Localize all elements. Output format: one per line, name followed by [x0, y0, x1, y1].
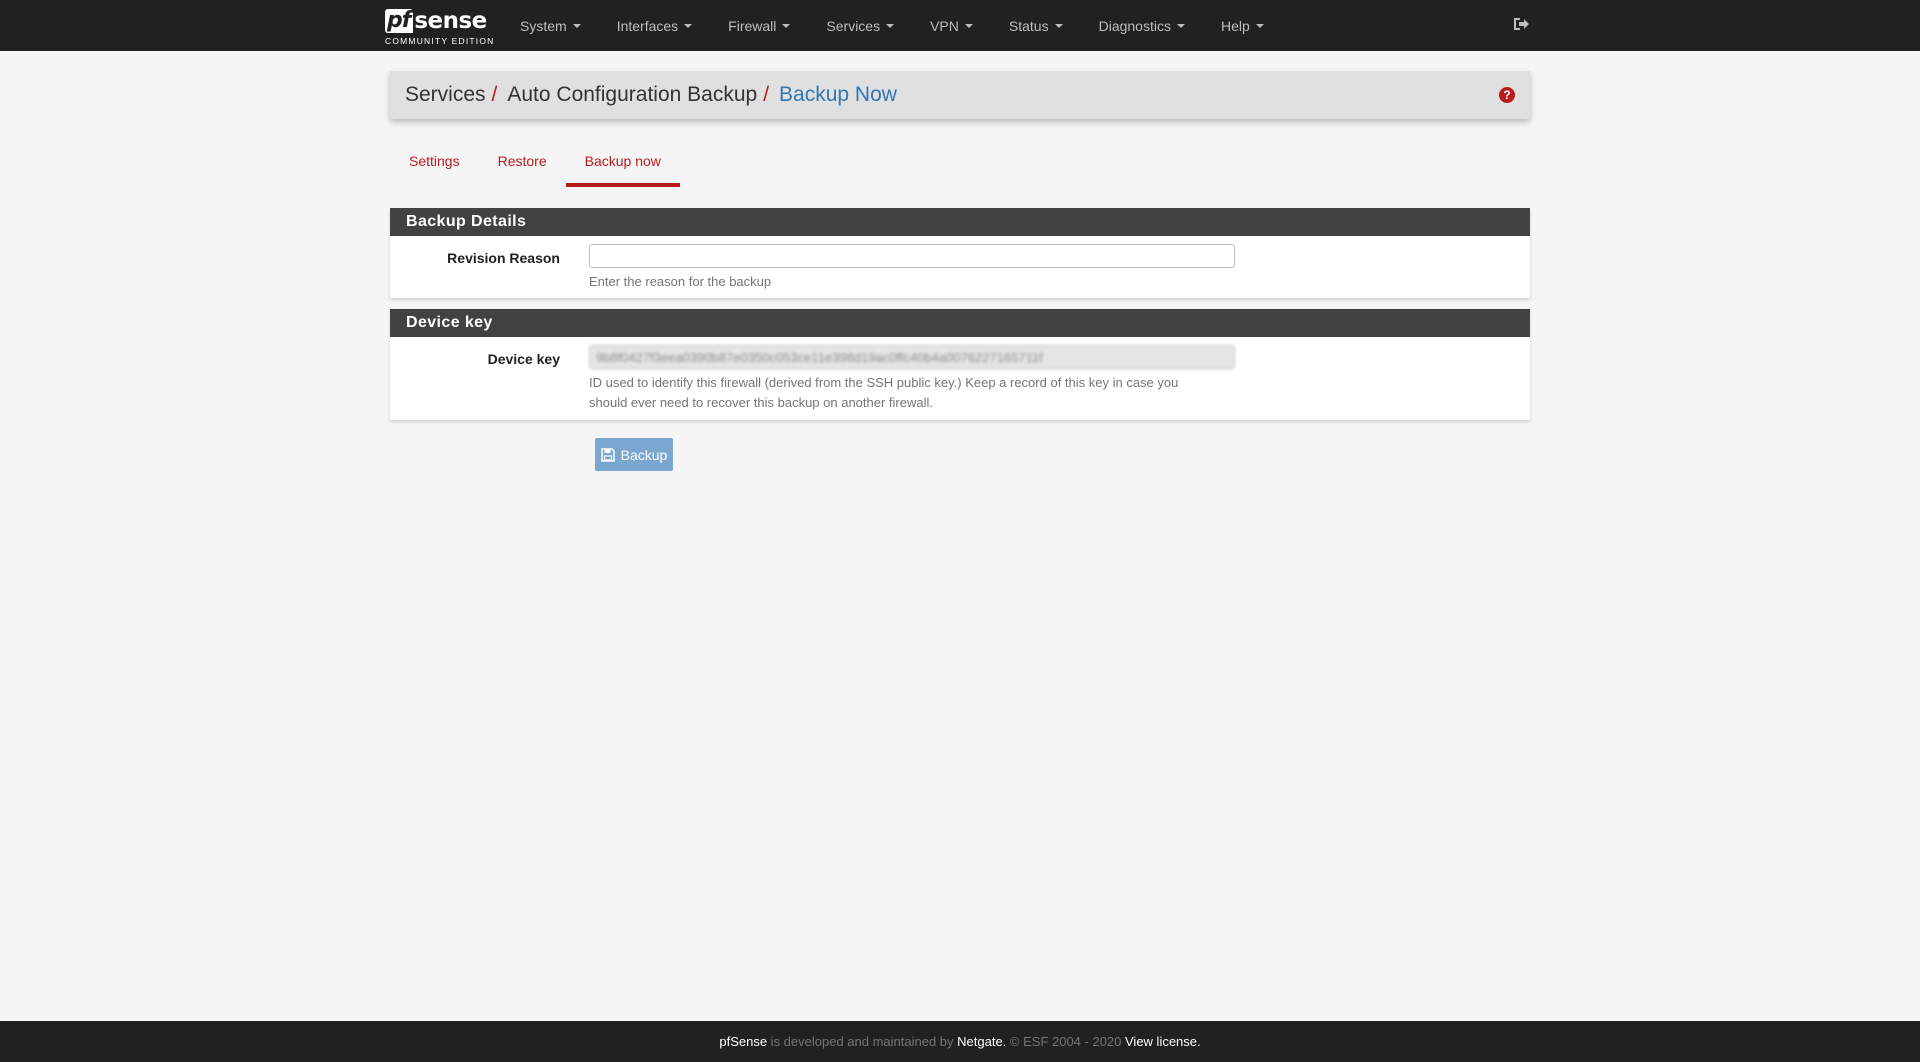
tab-backup-now[interactable]: Backup now — [565, 143, 681, 187]
pfsense-logo[interactable]: pf sense COMMUNITY EDITION — [385, 5, 493, 47]
breadcrumb: Services / Auto Configuration Backup / B… — [390, 71, 1530, 119]
caret-down-icon — [684, 23, 693, 28]
footer-license-link[interactable]: View license. — [1125, 1034, 1201, 1049]
top-navbar: pf sense COMMUNITY EDITION System Interf… — [0, 0, 1920, 51]
caret-down-icon — [886, 23, 895, 28]
menu-diagnostics[interactable]: Diagnostics — [1081, 0, 1203, 51]
device-key-label: Device key — [487, 351, 560, 367]
footer-text: is developed and maintained by — [767, 1034, 958, 1049]
tab-bar: Settings Restore Backup now — [390, 143, 681, 187]
menu-firewall[interactable]: Firewall — [710, 0, 808, 51]
menu-label: Status — [1008, 17, 1049, 34]
caret-down-icon — [1054, 23, 1063, 28]
breadcrumb-backup-now[interactable]: Backup Now — [779, 83, 897, 107]
caret-down-icon — [572, 23, 581, 28]
footer-netgate-link[interactable]: Netgate. — [957, 1034, 1006, 1049]
device-key-input[interactable] — [589, 345, 1235, 369]
device-key-help-line: ID used to identify this firewall (deriv… — [589, 375, 1179, 390]
footer-product: pfSense — [719, 1034, 768, 1049]
backup-button[interactable]: Backup — [595, 438, 673, 471]
menu-system[interactable]: System — [502, 0, 599, 51]
menu-label: VPN — [930, 17, 959, 34]
revision-reason-help: Enter the reason for the backup — [589, 274, 772, 289]
logo-sense: sense — [414, 8, 487, 34]
main-menu: System Interfaces Firewall Services VPN … — [502, 0, 1282, 51]
caret-down-icon — [1176, 23, 1185, 28]
device-key-panel: Device key Device key ID used to identif… — [390, 309, 1530, 420]
breadcrumb-auto-config-backup[interactable]: Auto Configuration Backup — [507, 83, 757, 107]
revision-reason-input[interactable] — [589, 244, 1235, 268]
panel-heading: Device key — [390, 309, 1530, 337]
device-key-row: Device key ID used to identify this fire… — [390, 337, 1530, 420]
menu-label: System — [520, 17, 567, 34]
menu-services[interactable]: Services — [808, 0, 912, 51]
panel-heading: Backup Details — [390, 208, 1530, 236]
breadcrumb-separator: / — [491, 83, 498, 106]
menu-label: Interfaces — [616, 17, 679, 34]
device-key-help-line: should ever need to recover this backup … — [589, 395, 933, 410]
breadcrumb-separator: / — [763, 83, 770, 106]
menu-vpn[interactable]: VPN — [912, 0, 991, 51]
menu-label: Services — [826, 17, 881, 34]
caret-down-icon — [782, 23, 791, 28]
revision-reason-label: Revision Reason — [447, 250, 560, 266]
tab-restore[interactable]: Restore — [479, 143, 566, 187]
menu-label: Diagnostics — [1098, 17, 1171, 34]
footer-copyright: © ESF 2004 - 2020 — [1006, 1034, 1125, 1049]
tab-settings[interactable]: Settings — [390, 143, 479, 187]
revision-reason-row: Revision Reason Enter the reason for the… — [390, 236, 1530, 298]
menu-interfaces[interactable]: Interfaces — [599, 0, 710, 51]
menu-label: Firewall — [728, 17, 777, 34]
logo-wordmark: pf sense — [385, 5, 487, 33]
sign-out-icon[interactable] — [1512, 15, 1530, 33]
menu-status[interactable]: Status — [991, 0, 1081, 51]
logo-pf: pf — [385, 9, 414, 33]
question-circle-icon[interactable]: ? — [1499, 87, 1515, 103]
caret-down-icon — [964, 23, 973, 28]
logo-edition: COMMUNITY EDITION — [385, 36, 495, 46]
breadcrumb-services[interactable]: Services — [405, 83, 486, 107]
caret-down-icon — [1255, 23, 1264, 28]
footer: pfSense is developed and maintained by N… — [0, 1021, 1920, 1062]
backup-button-label: Backup — [620, 446, 668, 463]
menu-help[interactable]: Help — [1203, 0, 1282, 51]
backup-details-panel: Backup Details Revision Reason Enter the… — [390, 208, 1530, 298]
device-key-help: ID used to identify this firewall (deriv… — [589, 373, 1249, 413]
save-icon — [600, 447, 615, 462]
menu-label: Help — [1220, 17, 1250, 34]
